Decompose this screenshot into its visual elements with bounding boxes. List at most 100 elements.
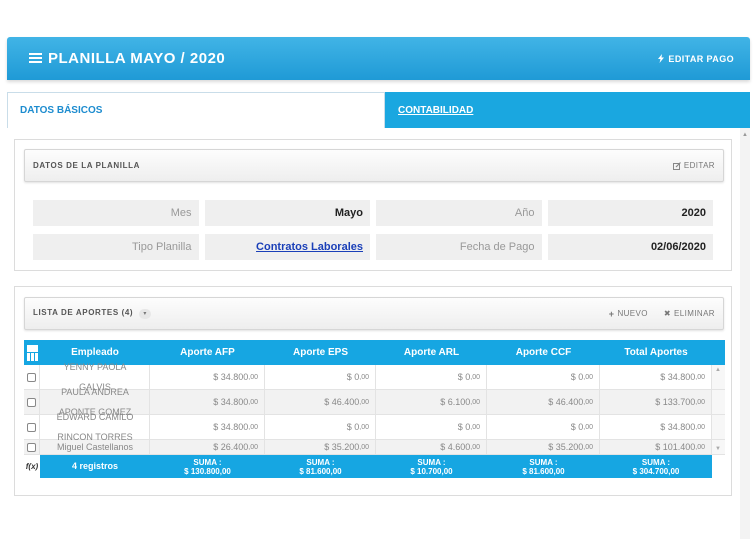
aportes-panel-title-wrap: LISTA DE APORTES (4) ▾: [33, 308, 152, 319]
edit-payment-label: EDITAR PAGO: [668, 53, 734, 64]
fecha-pago-label: Fecha de Pago: [376, 234, 542, 260]
row-checkbox[interactable]: [24, 415, 40, 439]
col-header-eps[interactable]: Aporte EPS: [265, 340, 376, 365]
function-icon[interactable]: f(x): [24, 455, 40, 478]
grid-scrollbar-bottom[interactable]: ▼: [712, 440, 725, 454]
eps-cell: $ 0,00: [265, 415, 376, 439]
decimals: ,00: [695, 398, 705, 406]
amount: $ 35.200: [548, 442, 584, 452]
mes-value: Mayo: [204, 200, 370, 226]
row-checkbox[interactable]: [24, 440, 40, 454]
sum-value: $ 304.700,00: [632, 466, 680, 476]
grid-scrollbar-top[interactable]: ▲: [712, 365, 725, 389]
amount: $ 35.200: [324, 442, 360, 452]
decimals: ,00: [583, 398, 593, 406]
bolt-icon: [658, 54, 665, 63]
grid-scrollbar-track[interactable]: [712, 415, 725, 439]
decimals: ,00: [359, 443, 369, 451]
eps-cell: $ 0,00: [265, 365, 376, 389]
info-row: Tipo Planilla Contratos Laborales Fecha …: [33, 234, 713, 260]
scroll-up-icon[interactable]: ▲: [715, 367, 721, 373]
employee-name-line: EDWARD CAMILO: [56, 412, 134, 422]
aportes-panel: LISTA DE APORTES (4) ▾ + NUEVO ✖ ELIMINAR…: [14, 286, 732, 496]
row-checkbox[interactable]: [24, 365, 40, 389]
col-header-ccf[interactable]: Aporte CCF: [487, 340, 600, 365]
col-header-afp[interactable]: Aporte AFP: [150, 340, 265, 365]
col-header-arl[interactable]: Aporte ARL: [376, 340, 487, 365]
amount: $ 34.800: [660, 422, 696, 432]
checkbox-icon[interactable]: [27, 422, 36, 432]
amount: $ 101.400: [655, 442, 696, 452]
amount: $ 0: [570, 372, 584, 382]
sum-label: SUMA :: [641, 457, 671, 467]
decimals: ,00: [470, 398, 480, 406]
amount: $ 0: [346, 372, 360, 382]
decimals: ,00: [359, 423, 369, 431]
eps-cell: $ 35.200,00: [265, 440, 376, 454]
decimals: ,00: [695, 373, 705, 381]
record-count: 4 registros: [71, 461, 119, 471]
amount: $ 34.800: [213, 372, 249, 382]
checkbox-icon[interactable]: [27, 397, 36, 407]
ccf-cell: $ 0,00: [487, 365, 600, 389]
collapse-chevron-icon[interactable]: ▾: [139, 309, 152, 319]
tab-contabilidad[interactable]: CONTABILIDAD: [385, 92, 750, 128]
planilla-panel-header: DATOS DE LA PLANILLA EDITAR: [24, 149, 724, 182]
grid-select-icon[interactable]: [26, 344, 38, 361]
total-cell: $ 133.700,00: [600, 390, 712, 414]
employee-name-line: YENNY PAOLA: [63, 362, 127, 372]
close-icon: ✖: [663, 309, 671, 318]
new-aporte-button[interactable]: + NUEVO: [609, 309, 648, 319]
table-row[interactable]: Miguel Castellanos $ 26.400,00 $ 35.200,…: [24, 440, 725, 455]
amount: $ 4.600: [440, 442, 471, 452]
amount: $ 6.100: [440, 397, 471, 407]
col-header-total[interactable]: Total Aportes: [600, 340, 712, 365]
aportes-actions: + NUEVO ✖ ELIMINAR: [609, 309, 715, 319]
select-all-header[interactable]: [24, 340, 40, 365]
grid-scrollbar-track[interactable]: [712, 390, 725, 414]
header-bar: PLANILLA MAYO / 2020 EDITAR PAGO: [7, 37, 750, 80]
page-title: PLANILLA MAYO / 2020: [29, 50, 225, 67]
afp-cell: $ 34.800,00: [150, 415, 265, 439]
afp-cell: $ 34.800,00: [150, 390, 265, 414]
anio-value: 2020: [547, 200, 713, 226]
tab-datos-basicos[interactable]: DATOS BÁSICOS: [7, 92, 385, 128]
ccf-cell: $ 35.200,00: [487, 440, 600, 454]
decimals: ,00: [583, 423, 593, 431]
decimals: ,00: [583, 443, 593, 451]
aportes-panel-title: LISTA DE APORTES (4): [33, 308, 134, 317]
sum-value: $ 81.600,00: [522, 466, 565, 476]
info-row: Mes Mayo Año 2020: [33, 200, 713, 226]
amount: $ 34.800: [213, 397, 249, 407]
amount: $ 133.700: [655, 397, 696, 407]
table-row[interactable]: EDWARD CAMILO RINCON TORRES $ 34.800,00 $…: [24, 412, 725, 442]
scroll-down-icon[interactable]: ▼: [715, 446, 721, 452]
tab-bar: DATOS BÁSICOS CONTABILIDAD: [7, 92, 750, 128]
page-scrollbar[interactable]: ▲: [740, 128, 750, 539]
afp-cell: $ 26.400,00: [150, 440, 265, 454]
delete-aporte-button[interactable]: ✖ ELIMINAR: [664, 309, 715, 319]
tipo-planilla-link[interactable]: Contratos Laborales: [204, 234, 370, 260]
row-checkbox[interactable]: [24, 390, 40, 414]
header-scroll-spacer: [712, 340, 725, 365]
edit-planilla-button[interactable]: EDITAR: [672, 161, 715, 170]
ccf-cell: $ 46.400,00: [487, 390, 600, 414]
sum-label: SUMA :: [529, 457, 558, 467]
employee-cell: Miguel Castellanos: [40, 440, 150, 454]
fecha-pago-value: 02/06/2020: [547, 234, 713, 260]
sum-value: $ 10.700,00: [410, 466, 453, 476]
scroll-up-icon[interactable]: ▲: [742, 132, 748, 138]
menu-icon[interactable]: [29, 53, 42, 64]
amount: $ 0: [457, 372, 471, 382]
sum-afp: SUMA : $ 130.800,00: [150, 455, 265, 478]
decimals: ,00: [248, 373, 258, 381]
decimals: ,00: [248, 398, 258, 406]
sum-label: SUMA :: [193, 457, 222, 467]
edit-icon: [672, 161, 681, 170]
edit-payment-button[interactable]: EDITAR PAGO: [658, 54, 734, 64]
sum-value: $ 81.600,00: [299, 466, 342, 476]
footer-scroll-spacer: [712, 455, 725, 478]
plus-icon: +: [608, 308, 615, 319]
checkbox-icon[interactable]: [27, 372, 36, 382]
checkbox-icon[interactable]: [27, 442, 36, 452]
